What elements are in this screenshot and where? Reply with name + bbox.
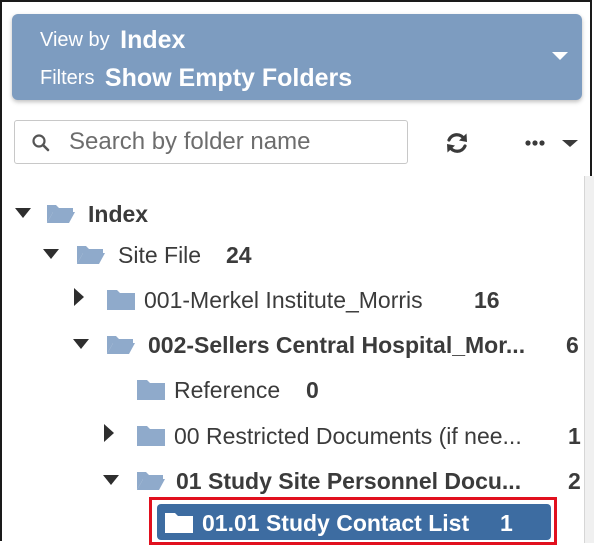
view-filter-header[interactable]: View by Index Filters Show Empty Folders xyxy=(12,14,582,100)
tree-node-001-merkel-institute[interactable]: 001-Merkel Institute_Morris 16 xyxy=(70,287,582,313)
folder-open-icon xyxy=(137,472,165,490)
filters-row: Filters Show Empty Folders xyxy=(40,64,352,93)
tree-node-label: 00 Restricted Documents (if nee... xyxy=(174,423,522,449)
tree-node-count: 16 xyxy=(474,287,500,313)
caret-right-icon[interactable] xyxy=(70,288,88,306)
caret-right-icon[interactable] xyxy=(100,424,118,442)
tree-node-label: Reference xyxy=(174,377,281,403)
tree-scrollbar[interactable] xyxy=(584,176,594,543)
tree-node-count: 0 xyxy=(306,377,319,403)
tree-node-reference[interactable]: Reference 0 xyxy=(136,377,582,403)
caret-down-icon[interactable] xyxy=(14,204,32,222)
tree-node-count: 24 xyxy=(226,242,252,268)
folder-icon xyxy=(107,290,135,310)
tree-node-label: 002-Sellers Central Hospital_Mor... xyxy=(148,332,526,358)
tree-node-count: 1 xyxy=(568,423,581,449)
folder-search-input[interactable] xyxy=(69,127,399,157)
caret-down-icon[interactable] xyxy=(72,335,90,353)
tree-node-site-file[interactable]: Site File 24 xyxy=(42,242,582,268)
tree-node-label: Site File xyxy=(118,242,202,268)
view-by-value: Index xyxy=(120,26,186,54)
folder-open-icon xyxy=(77,246,105,264)
tree-node-002-sellers-central-hospital[interactable]: 002-Sellers Central Hospital_Mor... 6 xyxy=(72,332,582,358)
tree-node-01-study-site-personnel[interactable]: 01 Study Site Personnel Docu... 2 xyxy=(102,468,582,494)
tree-node-index[interactable]: Index xyxy=(14,201,574,227)
tree-node-label: 001-Merkel Institute_Morris xyxy=(144,287,423,313)
folder-search-box[interactable] xyxy=(14,120,408,164)
folder-open-icon xyxy=(47,205,75,223)
folder-open-icon xyxy=(107,336,135,354)
filters-label: Filters xyxy=(40,67,95,89)
folder-icon xyxy=(137,380,165,400)
search-icon xyxy=(32,134,50,152)
tree-node-00-restricted-documents[interactable]: 00 Restricted Documents (if nee... 1 xyxy=(100,423,582,449)
tree-node-count: 6 xyxy=(566,332,579,358)
filters-value: Show Empty Folders xyxy=(104,64,353,92)
header-dropdown-icon[interactable] xyxy=(552,52,568,60)
tree-node-label: 01 Study Site Personnel Docu... xyxy=(176,468,522,494)
more-options-icon[interactable] xyxy=(520,130,582,156)
refresh-icon[interactable] xyxy=(444,130,470,156)
tree-node-count: 2 xyxy=(568,468,581,494)
folder-icon xyxy=(137,426,165,446)
tree-node-label: Index xyxy=(88,201,149,227)
caret-down-icon[interactable] xyxy=(102,471,120,489)
caret-down-icon[interactable] xyxy=(42,245,60,263)
view-by-label: View by xyxy=(40,29,110,51)
selection-outline xyxy=(149,497,557,545)
view-by-row: View by Index xyxy=(40,26,185,55)
